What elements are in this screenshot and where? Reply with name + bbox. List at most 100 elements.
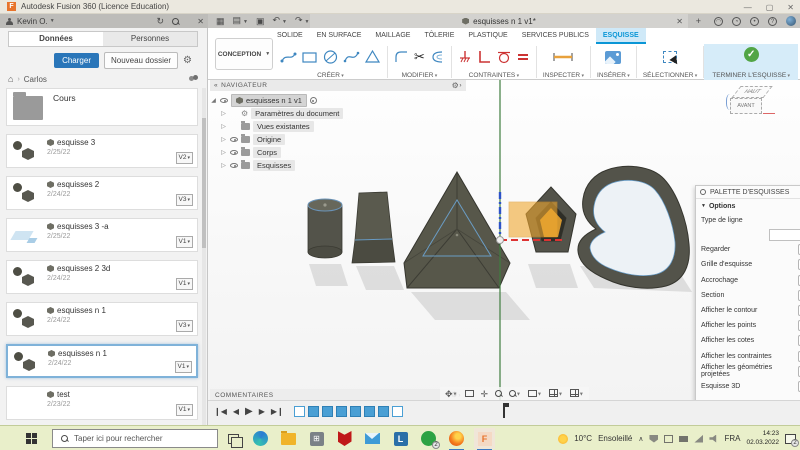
activate-component-icon[interactable] xyxy=(310,97,317,104)
ribbon-tab[interactable]: PLASTIQUE xyxy=(461,28,514,44)
go-end-icon[interactable]: ▶❙ xyxy=(271,407,284,416)
timeline-feature[interactable] xyxy=(294,406,305,417)
taskbar-libreoffice-icon[interactable]: L xyxy=(392,430,409,447)
view-cube[interactable]: HAUT AVANT xyxy=(726,86,778,126)
ribbon-tab[interactable]: TÔLERIE xyxy=(417,28,461,44)
taskbar-mcafee-icon[interactable] xyxy=(336,430,353,447)
user-menu[interactable]: Kevin O. ▼ ↻ ✕ xyxy=(0,14,208,28)
maximize-button[interactable]: ▢ xyxy=(766,3,774,12)
version-dropdown[interactable]: V1 xyxy=(176,236,193,248)
viewcube-top-face[interactable]: HAUT xyxy=(731,86,772,98)
version-dropdown[interactable]: V1 xyxy=(176,404,193,416)
taskbar-file-explorer-icon[interactable] xyxy=(280,430,297,447)
version-dropdown[interactable]: V1 xyxy=(175,361,192,373)
collapse-arrow-icon[interactable]: ▷ xyxy=(220,123,227,130)
circle-tool-icon[interactable] xyxy=(322,49,339,65)
step-forward-icon[interactable]: ▶ xyxy=(259,407,265,416)
fit-icon[interactable]: ▼ xyxy=(509,389,521,399)
search-icon[interactable] xyxy=(172,18,179,25)
file-card[interactable]: esquisses 2 2/24/22 V3 xyxy=(6,176,198,210)
tree-row[interactable]: ▷ Vues existantes xyxy=(210,120,466,133)
viewports-icon[interactable]: ▼ xyxy=(570,389,584,399)
rectangle-tool-icon[interactable] xyxy=(301,49,318,65)
close-panel-icon[interactable]: ✕ xyxy=(197,17,204,26)
visibility-eye-icon[interactable] xyxy=(230,163,238,168)
tab-donnees[interactable]: Données xyxy=(9,32,103,46)
perpendicular-constraint-icon[interactable] xyxy=(477,49,492,65)
collapse-arrow-icon[interactable]: ▷ xyxy=(220,110,227,117)
spline-tool-icon[interactable] xyxy=(343,49,360,65)
timeline-feature[interactable] xyxy=(336,406,347,417)
language-indicator[interactable]: FRA xyxy=(724,434,740,443)
refresh-icon[interactable]: ↻ xyxy=(156,14,164,28)
measure-tool-icon[interactable] xyxy=(552,49,574,65)
battery-icon[interactable] xyxy=(679,436,688,442)
linetype-selector[interactable] xyxy=(696,228,800,242)
orbit-icon[interactable]: ✥▼ xyxy=(445,389,458,400)
group-label-inspecter[interactable]: INSPECTER xyxy=(543,72,584,79)
tree-row[interactable]: ▷ Esquisses xyxy=(210,159,466,172)
group-label-inserer[interactable]: INSÉRER xyxy=(597,72,630,79)
offset-tool-icon[interactable] xyxy=(429,49,445,65)
insert-image-icon[interactable] xyxy=(605,51,621,64)
close-button[interactable]: ✕ xyxy=(787,3,794,12)
collaborators-icon[interactable] xyxy=(189,75,198,83)
save-icon[interactable]: ▣ xyxy=(256,14,265,28)
file-card[interactable]: esquisse 3 2/25/22 V2 xyxy=(6,134,198,168)
ribbon-tab[interactable]: ESQUISSE xyxy=(596,28,646,44)
equal-constraint-icon[interactable] xyxy=(516,49,530,65)
notifications-icon[interactable]: • xyxy=(750,17,759,26)
timeline-position-marker[interactable] xyxy=(503,404,505,418)
workspace-selector[interactable]: CONCEPTION ▼ xyxy=(215,38,273,70)
settings-gear-icon[interactable]: ⚙ xyxy=(183,56,192,66)
document-tab[interactable]: esquisses n 1 v1* ✕ xyxy=(310,14,688,28)
tangent-constraint-icon[interactable] xyxy=(496,49,512,65)
ribbon-tab[interactable]: SERVICES PUBLICS xyxy=(515,28,596,44)
extensions-icon[interactable]: ◠ xyxy=(714,17,723,26)
file-menu-icon[interactable]: ▤▼ xyxy=(233,13,248,29)
fix-constraint-icon[interactable] xyxy=(458,49,473,65)
version-dropdown[interactable]: V3 xyxy=(176,194,193,206)
version-dropdown[interactable]: V1 xyxy=(176,278,193,290)
ribbon-tab[interactable]: SOLIDE xyxy=(270,28,310,44)
display-settings-icon[interactable]: ▼ xyxy=(528,389,542,399)
timeline-feature[interactable] xyxy=(364,406,375,417)
file-card[interactable]: esquisses 2 3d 2/24/22 V1 xyxy=(6,260,198,294)
breadcrumb-project[interactable]: Carlos xyxy=(24,75,47,84)
scrollbar[interactable] xyxy=(202,88,206,438)
timeline-feature[interactable] xyxy=(308,406,319,417)
pan-icon[interactable]: ✛ xyxy=(481,389,489,400)
ribbon-tab[interactable]: MAILLAGE xyxy=(368,28,417,44)
ribbon-tab[interactable]: EN SURFACE xyxy=(310,28,369,44)
timeline-feature[interactable] xyxy=(322,406,333,417)
navigator-gear-icon[interactable]: ⚙ xyxy=(452,81,460,91)
taskbar-firefox-icon[interactable] xyxy=(448,430,465,447)
grid-settings-icon[interactable]: ▼ xyxy=(549,389,563,399)
collapse-arrow-icon[interactable]: ▷ xyxy=(220,162,227,169)
security-tray-icon[interactable] xyxy=(649,435,658,443)
timeline-feature[interactable] xyxy=(378,406,389,417)
minimize-button[interactable]: — xyxy=(744,3,752,12)
new-tab-button[interactable]: + xyxy=(696,14,701,28)
version-dropdown[interactable]: V2 xyxy=(176,152,193,164)
group-label-selectionner[interactable]: SÉLECTIONNER xyxy=(643,72,697,79)
play-icon[interactable]: ▶ xyxy=(245,406,253,417)
group-label-modifier[interactable]: MODIFIER xyxy=(402,72,438,79)
help-icon[interactable]: ? xyxy=(768,17,777,26)
line-tool-icon[interactable] xyxy=(280,49,297,65)
tree-row[interactable]: ▷ Corps xyxy=(210,146,466,159)
file-card[interactable]: esquisses 3 -a 2/25/22 V1 xyxy=(6,218,198,252)
task-view-icon[interactable] xyxy=(228,434,239,444)
timeline-feature[interactable] xyxy=(350,406,361,417)
taskbar-fusion-icon[interactable]: F xyxy=(476,430,493,447)
start-button[interactable] xyxy=(26,433,37,444)
polygon-tool-icon[interactable] xyxy=(364,49,381,65)
network-icon[interactable] xyxy=(694,435,703,443)
go-start-icon[interactable]: ❙◀ xyxy=(214,407,227,416)
folder-card[interactable]: Cours xyxy=(6,88,198,126)
display-tray-icon[interactable] xyxy=(664,435,673,443)
weather-temp[interactable]: 10°C xyxy=(574,434,592,443)
tree-row[interactable]: ▷ Origine xyxy=(210,133,466,146)
trim-tool-icon[interactable]: ✂ xyxy=(414,49,425,65)
palette-dock-icon[interactable] xyxy=(700,189,706,195)
